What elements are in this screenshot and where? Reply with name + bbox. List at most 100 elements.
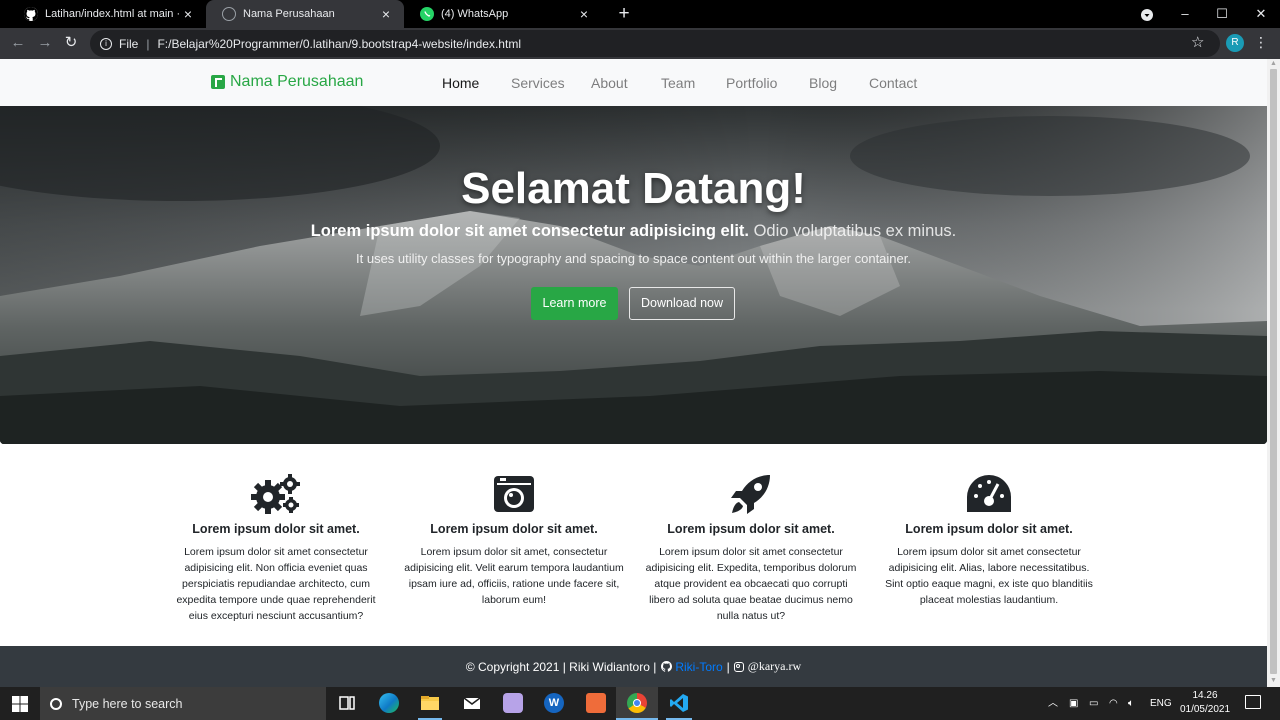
- learn-more-button[interactable]: Learn more: [531, 287, 618, 320]
- maximize-button[interactable]: ☐: [1203, 0, 1241, 28]
- taskbar-clock[interactable]: 14.26 01/05/2021: [1172, 689, 1238, 717]
- vscode-icon[interactable]: [669, 693, 689, 713]
- wifi-icon[interactable]: ◠: [1109, 687, 1118, 720]
- feature-title: Lorem ipsum dolor sit amet.: [430, 522, 598, 536]
- footer-separator: |: [726, 659, 730, 674]
- scroll-down-icon[interactable]: ▼: [1269, 677, 1278, 685]
- tab-title: Nama Perusahaan: [243, 8, 335, 20]
- feature-title: Lorem ipsum dolor sit amet.: [667, 522, 835, 536]
- volume-icon[interactable]: 🔈︎: [1128, 687, 1134, 720]
- minimize-button[interactable]: –: [1166, 0, 1204, 28]
- close-window-button[interactable]: ✕: [1242, 0, 1280, 28]
- feature-text: Lorem ipsum dolor sit amet consectetur a…: [176, 546, 376, 622]
- windows-logo-icon: [12, 695, 28, 712]
- mail-icon[interactable]: [462, 693, 482, 713]
- sublime-text-icon[interactable]: [586, 693, 606, 713]
- tab-title: Latihan/index.html at main · Riki·: [45, 8, 180, 20]
- media-control-icon[interactable]: [1128, 0, 1166, 28]
- feature-text: Lorem ipsum dolor sit amet, consectetur …: [404, 546, 624, 606]
- whatsapp-icon: [420, 7, 434, 21]
- photos-app-icon[interactable]: [503, 693, 523, 713]
- windows-start-button[interactable]: [0, 687, 40, 720]
- feature-title: Lorem ipsum dolor sit amet.: [192, 522, 360, 536]
- hero-lead-light: Odio voluptatibus ex minus.: [753, 222, 957, 240]
- globe-icon: [222, 7, 236, 21]
- site-navbar: Nama Perusahaan Home Services About Team…: [0, 59, 1267, 106]
- address-bar[interactable]: i File | F:/Belajar%20Programmer/0.latih…: [90, 30, 1220, 57]
- url-separator: |: [146, 36, 150, 51]
- nav-portfolio[interactable]: Portfolio: [726, 75, 777, 91]
- tab-github[interactable]: Latihan/index.html at main · Riki· ×: [8, 0, 206, 28]
- scroll-up-icon[interactable]: ▲: [1269, 60, 1278, 68]
- windows-taskbar: Type here to search W ︿ ▣ ▭ ◠ 🔈︎ ENG 14.…: [0, 687, 1280, 720]
- hero-lead-bold: Lorem ipsum dolor sit amet consectetur a…: [310, 222, 749, 240]
- feature-card: Lorem ipsum dolor sit amet. Lorem ipsum …: [166, 472, 386, 624]
- nav-team[interactable]: Team: [661, 75, 695, 91]
- github-icon: [24, 7, 38, 21]
- rocket-icon: [641, 472, 861, 516]
- new-tab-button[interactable]: +: [614, 4, 634, 24]
- menu-kebab-icon[interactable]: ⋮: [1254, 34, 1268, 51]
- battery-icon[interactable]: ▭: [1089, 687, 1098, 720]
- reload-button[interactable]: ↻: [60, 32, 82, 54]
- word-app-icon[interactable]: W: [544, 693, 564, 713]
- scrollbar-thumb[interactable]: [1270, 69, 1277, 674]
- tray-app-icon[interactable]: ▣: [1069, 687, 1078, 720]
- forward-button[interactable]: →: [34, 32, 56, 54]
- info-icon[interactable]: i: [100, 37, 112, 50]
- tachometer-icon: [879, 472, 1099, 516]
- clock-date: 01/05/2021: [1179, 704, 1231, 715]
- input-language-indicator[interactable]: ENG: [1150, 687, 1172, 720]
- hero-jumbotron: Selamat Datang! Lorem ipsum dolor sit am…: [0, 106, 1267, 444]
- back-button[interactable]: ←: [7, 32, 29, 54]
- close-icon[interactable]: ×: [576, 6, 592, 22]
- tab-title: (4) WhatsApp: [441, 8, 509, 20]
- browser-tab-strip: Latihan/index.html at main · Riki· × Nam…: [0, 0, 1280, 28]
- hero-title: Selamat Datang!: [461, 164, 806, 213]
- search-placeholder: Type here to search: [72, 696, 183, 711]
- edge-browser-icon[interactable]: [379, 693, 399, 713]
- instagram-handle[interactable]: @karya.rw: [748, 659, 801, 674]
- nav-services[interactable]: Services: [511, 75, 565, 91]
- search-icon: [50, 697, 62, 710]
- profile-avatar[interactable]: R: [1226, 34, 1244, 52]
- notification-center-icon[interactable]: [1245, 695, 1261, 709]
- instagram-icon: [733, 661, 744, 672]
- feature-title: Lorem ipsum dolor sit amet.: [905, 522, 1073, 536]
- feature-card: Lorem ipsum dolor sit amet. Lorem ipsum …: [879, 472, 1099, 608]
- file-explorer-icon[interactable]: [420, 693, 440, 713]
- task-view-icon[interactable]: [337, 693, 357, 713]
- feature-card: Lorem ipsum dolor sit amet. Lorem ipsum …: [404, 472, 624, 608]
- page-viewport: Nama Perusahaan Home Services About Team…: [0, 59, 1267, 687]
- feature-text: Lorem ipsum dolor sit amet consectetur a…: [645, 546, 857, 622]
- browser-toolbar: ← → ↻ i File | F:/Belajar%20Programmer/0…: [0, 28, 1280, 59]
- hero-subtext: It uses utility classes for typography a…: [356, 251, 911, 266]
- taskbar-search[interactable]: Type here to search: [40, 687, 326, 720]
- hero-lead: Lorem ipsum dolor sit amet consectetur a…: [0, 222, 1267, 241]
- url-text[interactable]: F:/Belajar%20Programmer/0.latihan/9.boot…: [157, 37, 521, 51]
- github-icon: [661, 661, 673, 672]
- page-scrollbar[interactable]: ▲ ▼: [1267, 59, 1280, 687]
- close-icon[interactable]: ×: [180, 6, 196, 22]
- url-scheme-label: File: [119, 36, 139, 51]
- tab-whatsapp[interactable]: (4) WhatsApp ×: [404, 0, 602, 28]
- nav-blog[interactable]: Blog: [809, 75, 837, 91]
- brand-logo-icon: [211, 75, 225, 89]
- download-now-button[interactable]: Download now: [629, 287, 735, 320]
- nav-contact[interactable]: Contact: [869, 75, 917, 91]
- nav-about[interactable]: About: [591, 75, 628, 91]
- mountain-background-image: [0, 106, 1267, 444]
- camera-icon: [404, 472, 624, 516]
- github-link[interactable]: Riki-Toro: [675, 660, 722, 674]
- tab-nama-perusahaan[interactable]: Nama Perusahaan ×: [206, 0, 404, 28]
- bookmark-star-icon[interactable]: ☆: [1191, 33, 1204, 51]
- show-hidden-icons-chevron-icon[interactable]: ︿: [1048, 687, 1058, 720]
- close-icon[interactable]: ×: [378, 6, 394, 22]
- features-section: Lorem ipsum dolor sit amet. Lorem ipsum …: [0, 444, 1267, 646]
- chrome-icon[interactable]: [627, 693, 647, 713]
- clock-time: 14.26: [1192, 690, 1218, 701]
- site-brand[interactable]: Nama Perusahaan: [211, 73, 363, 91]
- feature-card: Lorem ipsum dolor sit amet. Lorem ipsum …: [641, 472, 861, 624]
- gears-icon: [166, 472, 386, 516]
- nav-home[interactable]: Home: [442, 75, 479, 91]
